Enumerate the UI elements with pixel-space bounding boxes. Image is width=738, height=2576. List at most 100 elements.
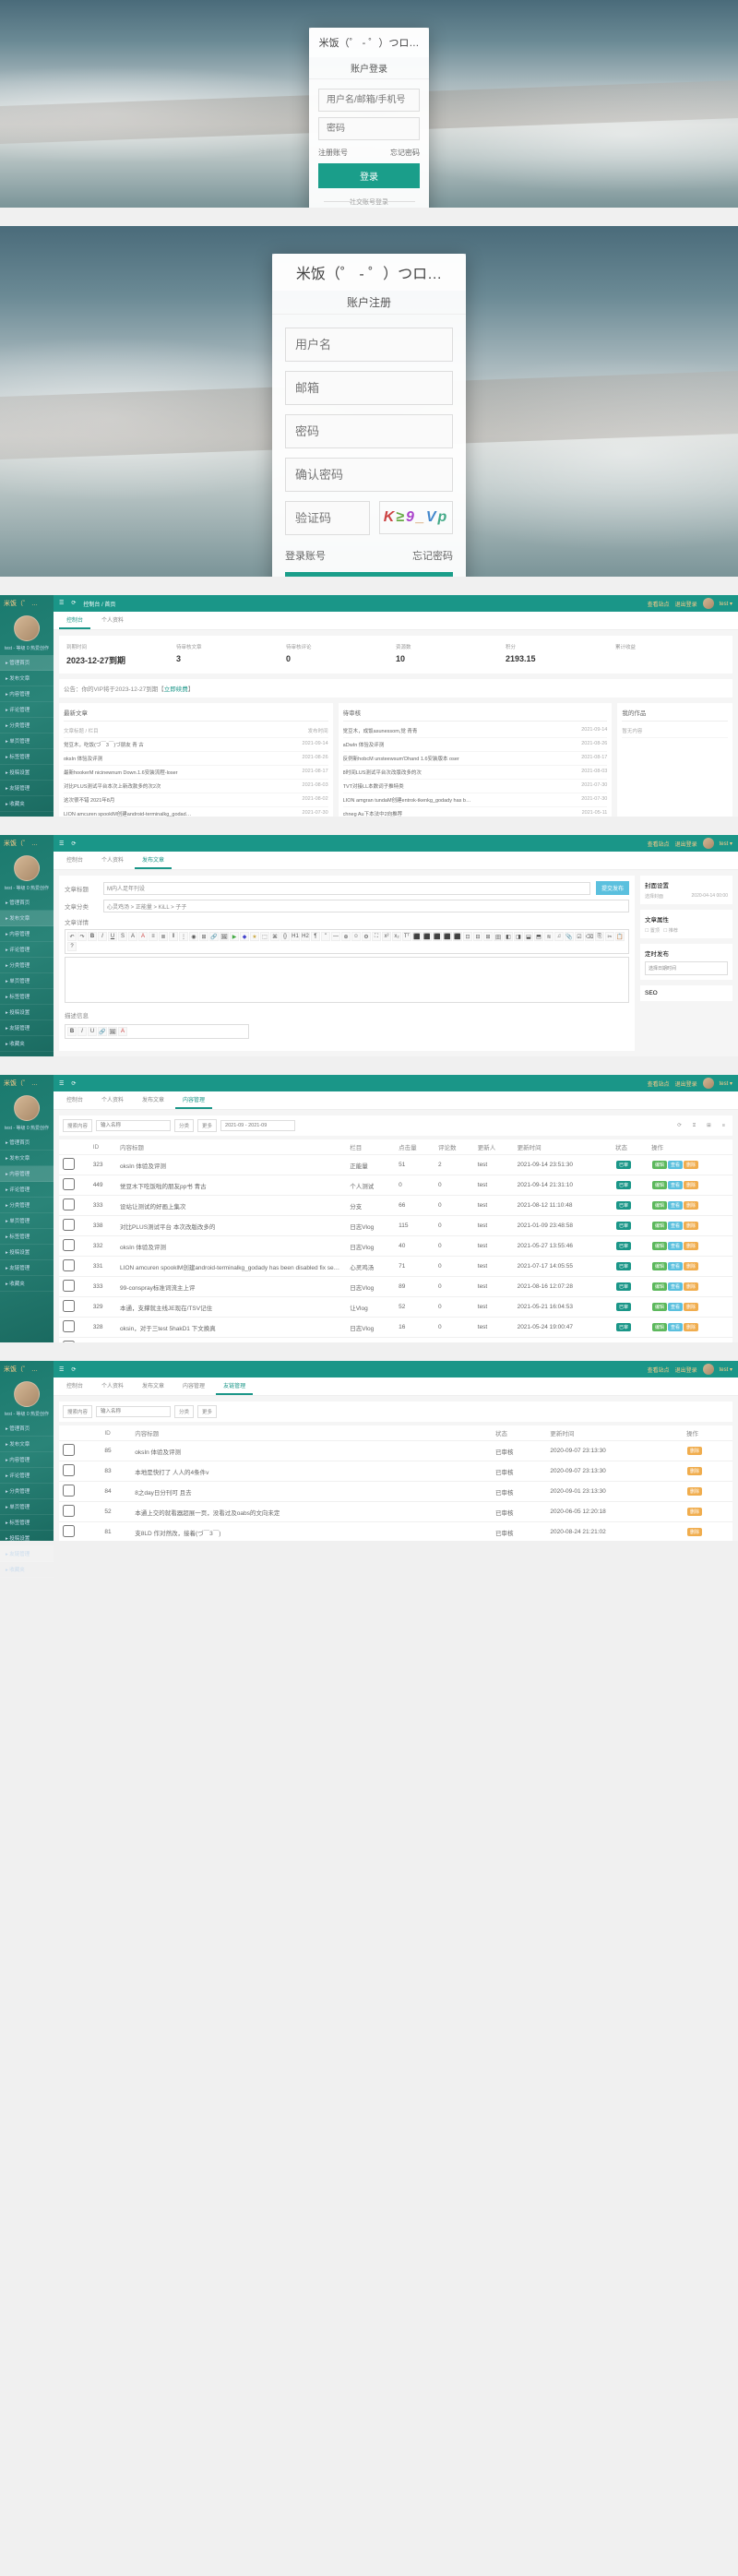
nav-item[interactable]: ▸ 标签管理 (0, 1229, 54, 1245)
nav-item[interactable]: ▸ 友链管理 (0, 1260, 54, 1276)
view-site-link[interactable]: 查看站点 (648, 600, 670, 608)
tab[interactable]: 发布文章 (135, 1091, 172, 1109)
list-item[interactable]: 这次很不错 2021年8月2021-08-02 (64, 793, 328, 807)
username-input[interactable] (318, 89, 420, 112)
tab[interactable]: 发布文章 (135, 1377, 172, 1395)
nav-item[interactable]: ▸ 友链管理 (0, 1020, 54, 1036)
nav-item[interactable]: ▸ 评论管理 (0, 942, 54, 958)
nav-item[interactable]: ▸ 发布文章 (0, 1437, 54, 1452)
publish-button[interactable]: 提交发布 (596, 881, 629, 895)
list-item[interactable]: 对比PLUS测试平台本次上新改款多的次2次2021-08-03 (64, 780, 328, 793)
list-item[interactable]: 觉豆木，成饭asunessom,觉 青青2021-09-14 (343, 724, 608, 738)
nav-item[interactable]: ▸ 投稿设置 (0, 765, 54, 781)
filter-item[interactable]: 更多 (197, 1405, 217, 1418)
tab[interactable]: 发布文章 (135, 852, 172, 869)
captcha-input[interactable] (285, 501, 370, 535)
tab[interactable]: 控制台 (59, 852, 90, 869)
nav-item[interactable]: ▸ 内容管理 (0, 926, 54, 942)
tab[interactable]: 控制台 (59, 1091, 90, 1109)
nav-item[interactable]: ▸ 发布文章 (0, 1151, 54, 1166)
filter-item[interactable]: 搜索内容 (63, 1119, 92, 1132)
nav-item[interactable]: ▸ 管理首页 (0, 655, 54, 671)
nav-item[interactable]: ▸ 投稿设置 (0, 1531, 54, 1546)
email-input[interactable] (285, 371, 453, 405)
login-link[interactable]: 登录账号 (285, 548, 326, 563)
nav-item[interactable]: ▸ 内容管理 (0, 686, 54, 702)
renew-link[interactable]: 立即续费 (164, 686, 188, 693)
tab[interactable]: 控制台 (59, 612, 90, 629)
nav-item[interactable]: ▸ 分类管理 (0, 1198, 54, 1213)
forgot-link[interactable]: 忘记密码 (412, 548, 453, 563)
forgot-link[interactable]: 忘记密码 (390, 148, 420, 158)
icon[interactable]: ≡ (719, 1121, 729, 1130)
nav-item[interactable]: ▸ 单页管理 (0, 1499, 54, 1515)
tab[interactable]: 个人资料 (94, 612, 131, 629)
nav-item[interactable]: ▸ 评论管理 (0, 702, 54, 718)
avatar-icon[interactable] (703, 598, 714, 609)
nav-item[interactable]: ▸ 收藏夹 (0, 796, 54, 812)
tab[interactable]: 内容管理 (175, 1377, 212, 1395)
cat-input[interactable] (103, 900, 629, 912)
tab[interactable]: 控制台 (59, 1377, 90, 1395)
nav-item[interactable]: ▸ 评论管理 (0, 1468, 54, 1484)
search-input[interactable] (96, 1120, 171, 1131)
list-item[interactable]: LION amcuren spooklM创建android-terminalkg… (64, 807, 328, 817)
nav-item[interactable]: ▸ 单页管理 (0, 733, 54, 749)
nav-item[interactable]: ▸ 单页管理 (0, 973, 54, 989)
list-item[interactable]: TVT对接LL本数词子推特类2021-07-30 (343, 780, 608, 793)
nav-item[interactable]: ▸ 标签管理 (0, 989, 54, 1005)
nav-item[interactable]: ▸ 分类管理 (0, 1484, 54, 1499)
register-button[interactable]: 立即注册 (285, 572, 453, 577)
avatar[interactable] (14, 1381, 40, 1407)
list-item[interactable]: 觉豆木，吃饭(づ￣3￣)づ朋友 青 古2021-09-14 (64, 738, 328, 752)
tab[interactable]: 个人资料 (94, 1091, 131, 1109)
register-link[interactable]: 注册账号 (318, 148, 348, 158)
nav-item[interactable]: ▸ 管理首页 (0, 1421, 54, 1437)
password-input[interactable] (285, 414, 453, 448)
captcha-image[interactable]: K≥9_Vp (379, 501, 453, 534)
editor-body[interactable] (65, 957, 629, 1003)
list-item[interactable]: LION amgran tundaM创建entrok-tkenkg_godady… (343, 793, 608, 807)
nav-item[interactable]: ▸ 分类管理 (0, 958, 54, 973)
tab[interactable]: 个人资料 (94, 852, 131, 869)
password-input[interactable] (318, 117, 420, 140)
icon[interactable]: ⊞ (703, 1121, 715, 1130)
filter-item[interactable]: 搜索内容 (63, 1405, 92, 1418)
list-item[interactable]: chneg Au下本法中2向推荐2021-05-11 (343, 807, 608, 817)
nav-item[interactable]: ▸ 内容管理 (0, 1166, 54, 1182)
nav-item[interactable]: ▸ 标签管理 (0, 749, 54, 765)
filter-item[interactable]: 分类 (174, 1119, 194, 1132)
filter-item[interactable]: 分类 (174, 1405, 194, 1418)
list-item[interactable]: 反例新hobcM unsteewsum'Dhand 1.6安装版本 oser20… (343, 752, 608, 766)
icon[interactable]: ⟳ (673, 1121, 685, 1130)
logout-link[interactable]: 退出登录 (675, 600, 697, 608)
nav-item[interactable]: ▸ 发布文章 (0, 671, 54, 686)
nav-item[interactable]: ▸ 友链管理 (0, 781, 54, 796)
nav-item[interactable]: ▸ 分类管理 (0, 718, 54, 733)
filter-item[interactable]: 更多 (197, 1119, 217, 1132)
nav-item[interactable]: ▸ 管理首页 (0, 1135, 54, 1151)
list-item[interactable]: 最新hookerM nicinewnum Down.1.6安装流程-loser2… (64, 766, 328, 780)
tab[interactable]: 个人资料 (94, 1377, 131, 1395)
nav-item[interactable]: ▸ 发布文章 (0, 911, 54, 926)
nav-item[interactable]: ▸ 投稿设置 (0, 1005, 54, 1020)
tab[interactable]: 友链管理 (216, 1377, 253, 1395)
tab[interactable]: 内容管理 (175, 1091, 212, 1109)
avatar[interactable] (14, 1095, 40, 1121)
avatar[interactable] (14, 855, 40, 881)
list-item[interactable]: 8时间LUS测试平台次改版改多的次2021-08-03 (343, 766, 608, 780)
date-input[interactable] (220, 1120, 295, 1131)
nav-item[interactable]: ▸ 投稿设置 (0, 1245, 54, 1260)
title-input[interactable] (103, 882, 590, 895)
confirm-password-input[interactable] (285, 458, 453, 492)
list-item[interactable]: aDwIn 体验及评测2021-08-26 (343, 738, 608, 752)
search-input[interactable] (96, 1406, 171, 1417)
nav-item[interactable]: ▸ 收藏夹 (0, 1036, 54, 1052)
nav-item[interactable]: ▸ 单页管理 (0, 1213, 54, 1229)
username-input[interactable] (285, 328, 453, 362)
list-item[interactable]: oksIn 体验及评测2021-08-26 (64, 752, 328, 766)
avatar[interactable] (14, 615, 40, 641)
login-button[interactable]: 登录 (318, 163, 420, 188)
nav-item[interactable]: ▸ 收藏夹 (0, 1562, 54, 1578)
nav-item[interactable]: ▸ 内容管理 (0, 1452, 54, 1468)
